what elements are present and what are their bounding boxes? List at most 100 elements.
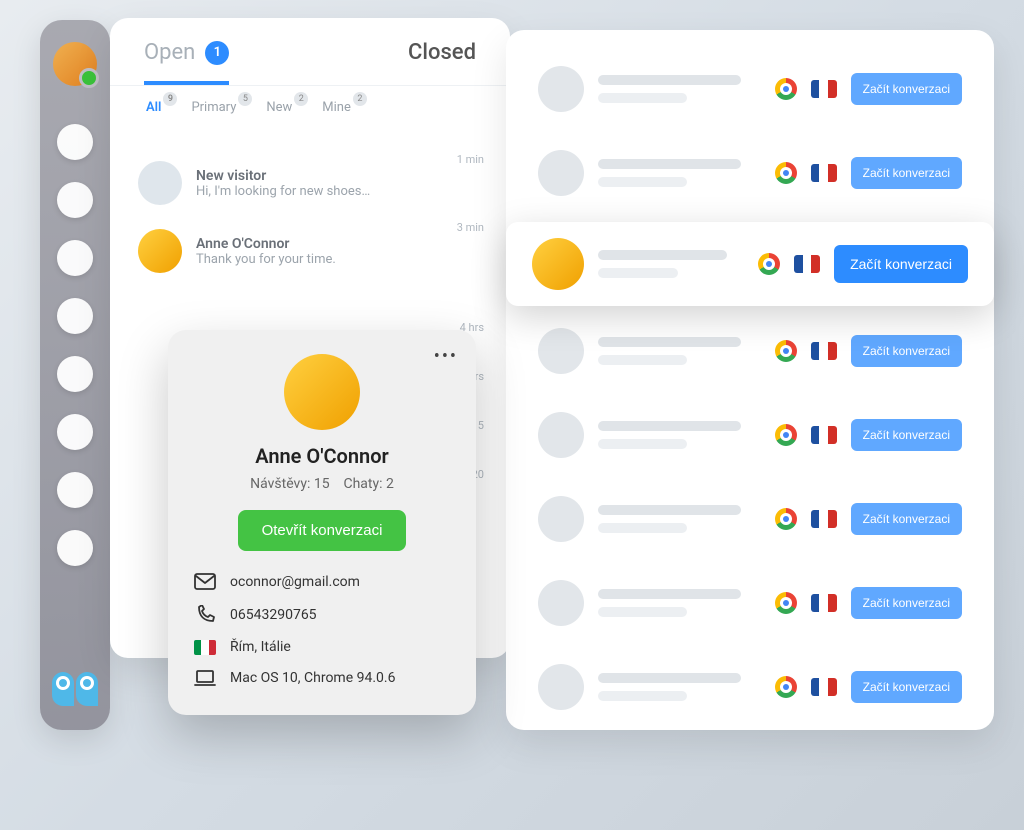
start-conversation-button[interactable]: Začít konverzaci xyxy=(851,419,962,451)
nav-item-2[interactable] xyxy=(57,182,93,218)
nav-item-4[interactable] xyxy=(57,298,93,334)
operator-avatar[interactable] xyxy=(53,42,97,86)
nav-item-5[interactable] xyxy=(57,356,93,392)
conversation-preview: Thank you for your time. xyxy=(196,252,482,267)
visitor-avatar xyxy=(538,66,584,112)
visitor-text-placeholder xyxy=(598,421,761,449)
contact-card: ••• Anne O'Connor Návštěvy: 15 Chaty: 2 … xyxy=(168,330,476,715)
visitor-avatar xyxy=(532,238,584,290)
conversation-preview: Hi, I'm looking for new shoes… xyxy=(196,184,482,199)
contact-device: Mac OS 10, Chrome 94.0.6 xyxy=(230,670,395,686)
mail-icon xyxy=(194,573,216,591)
nav-item-1[interactable] xyxy=(57,124,93,160)
phone-icon xyxy=(194,605,216,625)
visitor-avatar xyxy=(538,150,584,196)
filter-tabs: All 9 Primary 5 New 2 Mine 2 xyxy=(110,85,510,129)
contact-email-row: oconnor@gmail.com xyxy=(194,573,450,591)
nav-item-3[interactable] xyxy=(57,240,93,276)
visitor-text-placeholder xyxy=(598,159,761,187)
contact-stats: Návštěvy: 15 Chaty: 2 xyxy=(194,476,450,492)
subtab-all[interactable]: All 9 xyxy=(140,96,167,125)
italy-flag-icon xyxy=(194,640,216,655)
laptop-icon xyxy=(194,669,216,687)
start-conversation-button[interactable]: Začít konverzaci xyxy=(851,671,962,703)
brand-logo xyxy=(52,672,98,706)
subtab-primary-badge: 5 xyxy=(238,92,252,106)
flag-icon xyxy=(811,164,837,182)
visitor-avatar xyxy=(538,496,584,542)
chrome-icon xyxy=(775,508,797,530)
chrome-icon xyxy=(775,592,797,614)
contact-name: Anne O'Connor xyxy=(194,444,450,468)
chrome-icon xyxy=(775,676,797,698)
subtab-mine-badge: 2 xyxy=(353,92,367,106)
visitor-row[interactable]: Začít konverzaci xyxy=(526,316,974,386)
visitor-row[interactable]: Začít konverzaci xyxy=(526,400,974,470)
conversation-name: Anne O'Connor xyxy=(196,236,482,252)
visitor-text-placeholder xyxy=(598,337,761,365)
start-conversation-button[interactable]: Začít konverzaci xyxy=(851,73,962,105)
contact-device-row: Mac OS 10, Chrome 94.0.6 xyxy=(194,669,450,687)
visitor-avatar xyxy=(138,161,182,205)
flag-icon xyxy=(811,594,837,612)
contact-avatar xyxy=(284,354,360,430)
visitor-row[interactable]: Začít konverzaci xyxy=(526,138,974,208)
chrome-icon xyxy=(775,78,797,100)
flag-icon xyxy=(811,678,837,696)
flag-icon xyxy=(811,80,837,98)
subtab-primary[interactable]: Primary 5 xyxy=(185,96,242,125)
subtab-mine[interactable]: Mine 2 xyxy=(316,96,357,125)
conversation-time: 3 min xyxy=(457,221,484,234)
visitor-row-highlighted[interactable]: Začít konverzaci xyxy=(506,222,994,306)
conversation-item[interactable]: Anne O'Connor Thank you for your time. 3… xyxy=(110,217,510,285)
visitor-avatar xyxy=(538,328,584,374)
visitors-panel: Začít konverzaci Začít konverzaci Začít … xyxy=(506,30,994,730)
visitor-avatar xyxy=(138,229,182,273)
visitor-row[interactable]: Začít konverzaci xyxy=(526,484,974,554)
conversation-time: 1 min xyxy=(457,153,484,166)
more-icon[interactable]: ••• xyxy=(434,346,458,367)
main-tabs: Open 1 Closed xyxy=(110,18,510,85)
chrome-icon xyxy=(758,253,780,275)
start-conversation-button[interactable]: Začít konverzaci xyxy=(851,335,962,367)
nav-item-6[interactable] xyxy=(57,414,93,450)
tab-closed-label: Closed xyxy=(408,40,476,65)
contact-phone: 06543290765 xyxy=(230,607,317,623)
start-conversation-button[interactable]: Začít konverzaci xyxy=(851,157,962,189)
tab-closed[interactable]: Closed xyxy=(408,40,476,85)
open-conversation-button[interactable]: Otevřít konverzaci xyxy=(238,510,407,551)
start-conversation-button[interactable]: Začít konverzaci xyxy=(834,245,968,283)
contact-phone-row: 06543290765 xyxy=(194,605,450,625)
visitor-avatar xyxy=(538,580,584,626)
conversation-name: New visitor xyxy=(196,168,482,184)
tab-open-badge: 1 xyxy=(205,41,229,65)
contact-location: Řím, Itálie xyxy=(230,639,291,655)
visitor-text-placeholder xyxy=(598,505,761,533)
conversation-item[interactable]: New visitor Hi, I'm looking for new shoe… xyxy=(110,149,510,217)
tab-open[interactable]: Open 1 xyxy=(144,40,229,85)
chrome-icon xyxy=(775,340,797,362)
flag-icon xyxy=(794,255,820,273)
flag-icon xyxy=(811,426,837,444)
visitor-text-placeholder xyxy=(598,250,744,278)
visitor-avatar xyxy=(538,412,584,458)
visitor-avatar xyxy=(538,664,584,710)
contact-email: oconnor@gmail.com xyxy=(230,574,360,590)
tab-open-label: Open xyxy=(144,40,195,65)
chrome-icon xyxy=(775,162,797,184)
visitor-text-placeholder xyxy=(598,75,761,103)
nav-item-8[interactable] xyxy=(57,530,93,566)
contact-location-row: Řím, Itálie xyxy=(194,639,450,655)
chrome-icon xyxy=(775,424,797,446)
visitor-row[interactable]: Začít konverzaci xyxy=(526,54,974,124)
start-conversation-button[interactable]: Začít konverzaci xyxy=(851,587,962,619)
visitor-text-placeholder xyxy=(598,589,761,617)
start-conversation-button[interactable]: Začít konverzaci xyxy=(851,503,962,535)
subtab-new[interactable]: New 2 xyxy=(260,96,298,125)
flag-icon xyxy=(811,342,837,360)
nav-item-7[interactable] xyxy=(57,472,93,508)
main-sidebar xyxy=(40,20,110,730)
visitor-row[interactable]: Začít konverzaci xyxy=(526,568,974,638)
flag-icon xyxy=(811,510,837,528)
visitor-row[interactable]: Začít konverzaci xyxy=(526,652,974,722)
